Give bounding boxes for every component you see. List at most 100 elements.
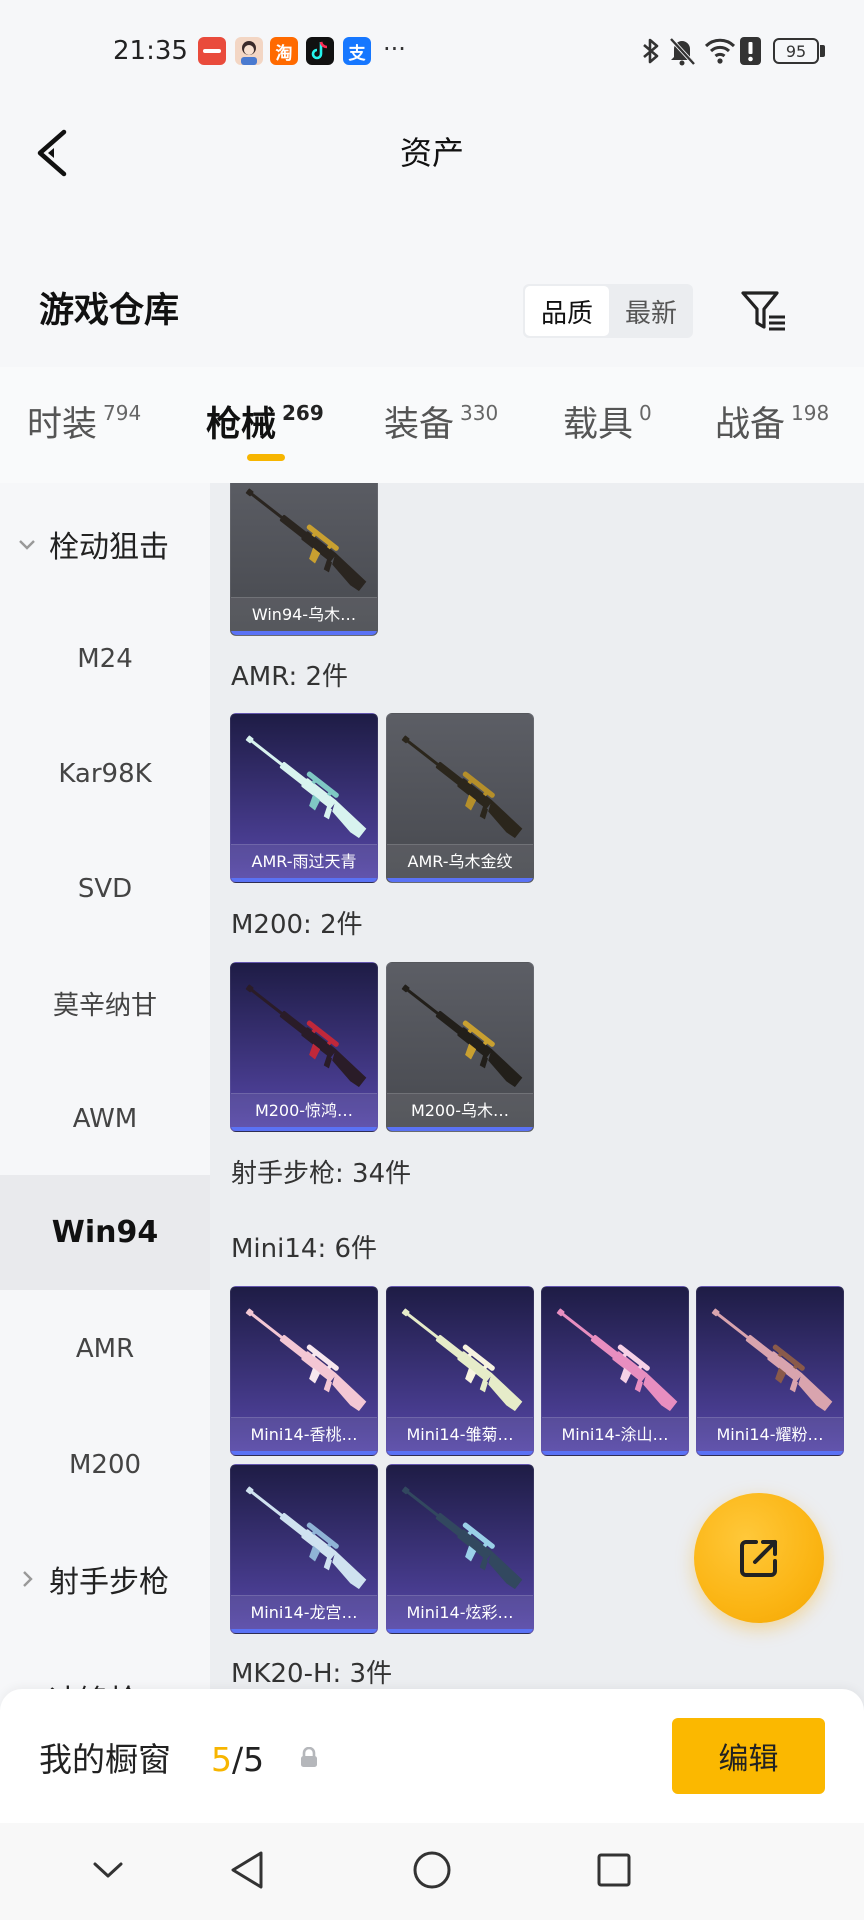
sidebar-item-label: Win94: [51, 1215, 159, 1250]
tab-count: 0: [639, 401, 652, 425]
gun-image: [392, 975, 531, 1093]
weapon-card[interactable]: M200-乌木…: [386, 962, 534, 1132]
section-label-marksman-rifle: 射手步枪: 34件: [231, 1159, 412, 1189]
page-title: 资产: [399, 134, 464, 172]
weapon-card[interactable]: Mini14-涂山…: [541, 1286, 689, 1456]
tiktok-icon: [306, 37, 334, 65]
tab-firearms[interactable]: 枪械 269: [206, 401, 324, 453]
sidebar-item-win94[interactable]: Win94: [0, 1175, 210, 1290]
bluetooth-icon: [643, 38, 659, 64]
sort-toggle: 品质 最新: [523, 284, 693, 338]
gun-image: [236, 975, 375, 1093]
sidebar-item-label: Kar98K: [58, 758, 152, 789]
gun-image: [236, 726, 375, 844]
status-time: 21:35: [113, 36, 188, 66]
filter-icon[interactable]: [740, 289, 788, 333]
share-button[interactable]: [694, 1493, 824, 1623]
showcase-count-separator: /: [232, 1740, 244, 1779]
showcase-count-total: 5: [243, 1740, 265, 1779]
game-avatar-icon: [235, 37, 263, 65]
gun-image: [236, 1477, 375, 1595]
chevron-down-icon: [19, 539, 35, 550]
card-label: Mini14-龙宫…: [231, 1595, 377, 1629]
battery-level: 95: [785, 41, 807, 61]
sort-option-newest[interactable]: 最新: [609, 286, 693, 336]
card-label: M200-惊鸿…: [231, 1093, 377, 1127]
battery-tip: [820, 45, 825, 57]
weapon-card[interactable]: Mini14-雏菊…: [386, 1286, 534, 1456]
tab-vehicles[interactable]: 载具 0: [563, 401, 652, 453]
card-label: Mini14-香桃…: [231, 1417, 377, 1451]
section-label-amr: AMR: 2件: [231, 662, 349, 692]
chevron-right-icon: [23, 1570, 33, 1587]
home-icon[interactable]: [411, 1849, 453, 1891]
bell-off-icon: [669, 37, 696, 66]
gun-image: [702, 1299, 841, 1417]
weapon-card[interactable]: AMR-乌木金纹: [386, 713, 534, 883]
tab-fashion[interactable]: 时装 794: [27, 401, 141, 453]
card-label: M200-乌木…: [387, 1093, 533, 1127]
sidebar-group-bolt-action-sniper[interactable]: 栓动狙击: [0, 486, 210, 601]
tab-count: 330: [460, 401, 499, 425]
tab-count: 198: [791, 401, 830, 425]
card-label: AMR-乌木金纹: [387, 844, 533, 878]
huawei-mall-icon: [198, 37, 226, 65]
gun-image: [392, 1477, 531, 1595]
sidebar-item-label: AWM: [72, 1103, 138, 1134]
tab-label: 战备: [715, 405, 786, 445]
weapon-card[interactable]: Mini14-龙宫…: [230, 1464, 378, 1634]
showcase-count: 5/5: [211, 1740, 264, 1780]
chevron-down-icon[interactable]: [90, 1859, 126, 1881]
back-icon[interactable]: [227, 1848, 267, 1892]
showcase-title: 我的橱窗: [39, 1740, 171, 1779]
tab-label: 载具: [563, 405, 634, 445]
section-label-m200: M200: 2件: [231, 910, 363, 940]
category-sidebar: 栓动狙击 M24 Kar98K SVD 莫辛纳甘 AWM Win94 AMR M…: [0, 483, 210, 1720]
card-label: Mini14-耀粉…: [697, 1417, 843, 1451]
sidebar-item-amr[interactable]: AMR: [0, 1291, 210, 1406]
weapon-card[interactable]: AMR-雨过天青: [230, 713, 378, 883]
share-icon: [740, 1540, 777, 1577]
sidebar-group-label: 射手步枪: [49, 1564, 169, 1600]
weapon-card[interactable]: Win94-乌木…: [230, 483, 378, 636]
category-tabs: 时装 794 枪械 269 装备 330 载具 0 战备 198: [0, 367, 864, 483]
sidebar-item-awm[interactable]: AWM: [0, 1061, 210, 1176]
tab-equipment[interactable]: 装备 330: [384, 401, 498, 453]
alert-icon: [740, 37, 761, 65]
sidebar-group-marksman-rifle[interactable]: 射手步枪: [0, 1521, 210, 1636]
sidebar-item-label: M200: [68, 1449, 142, 1480]
sidebar-item-label: AMR: [75, 1333, 135, 1364]
tab-label: 装备: [384, 405, 455, 445]
active-tab-indicator: [247, 454, 285, 461]
section-title: 游戏仓库: [39, 291, 180, 331]
card-label: AMR-雨过天青: [231, 844, 377, 878]
gun-image: [236, 1299, 375, 1417]
sidebar-item-svd[interactable]: SVD: [0, 831, 210, 946]
showcase-count-current: 5: [211, 1740, 232, 1779]
more-notifications: ···: [383, 35, 406, 63]
sidebar-item-label: SVD: [77, 873, 133, 904]
sidebar-item-mosin-nagant[interactable]: 莫辛纳甘: [0, 946, 210, 1061]
sidebar-item-m200[interactable]: M200: [0, 1407, 210, 1522]
weapon-card[interactable]: Mini14-香桃…: [230, 1286, 378, 1456]
section-label-mk20h: MK20-H: 3件: [231, 1659, 393, 1689]
chevron-left-icon[interactable]: [34, 128, 70, 178]
gun-image: [547, 1299, 686, 1417]
card-label: Mini14-炫彩…: [387, 1595, 533, 1629]
weapon-card[interactable]: Mini14-耀粉…: [696, 1286, 844, 1456]
sidebar-item-m24[interactable]: M24: [0, 601, 210, 716]
wifi-icon: [704, 38, 736, 64]
card-label: Mini14-涂山…: [542, 1417, 688, 1451]
weapon-card[interactable]: Mini14-炫彩…: [386, 1464, 534, 1634]
card-label: Mini14-雏菊…: [387, 1417, 533, 1451]
sidebar-item-kar98k[interactable]: Kar98K: [0, 716, 210, 831]
tab-supplies[interactable]: 战备 198: [715, 401, 829, 453]
edit-button[interactable]: 编辑: [672, 1718, 825, 1794]
sidebar-item-label: M24: [77, 643, 133, 674]
section-label-mini14: Mini14: 6件: [231, 1234, 378, 1264]
weapon-card[interactable]: M200-惊鸿…: [230, 962, 378, 1132]
sort-option-quality[interactable]: 品质: [525, 286, 609, 336]
recents-icon[interactable]: [595, 1851, 633, 1889]
alipay-icon: 支: [343, 37, 371, 65]
tab-count: 269: [282, 401, 324, 425]
